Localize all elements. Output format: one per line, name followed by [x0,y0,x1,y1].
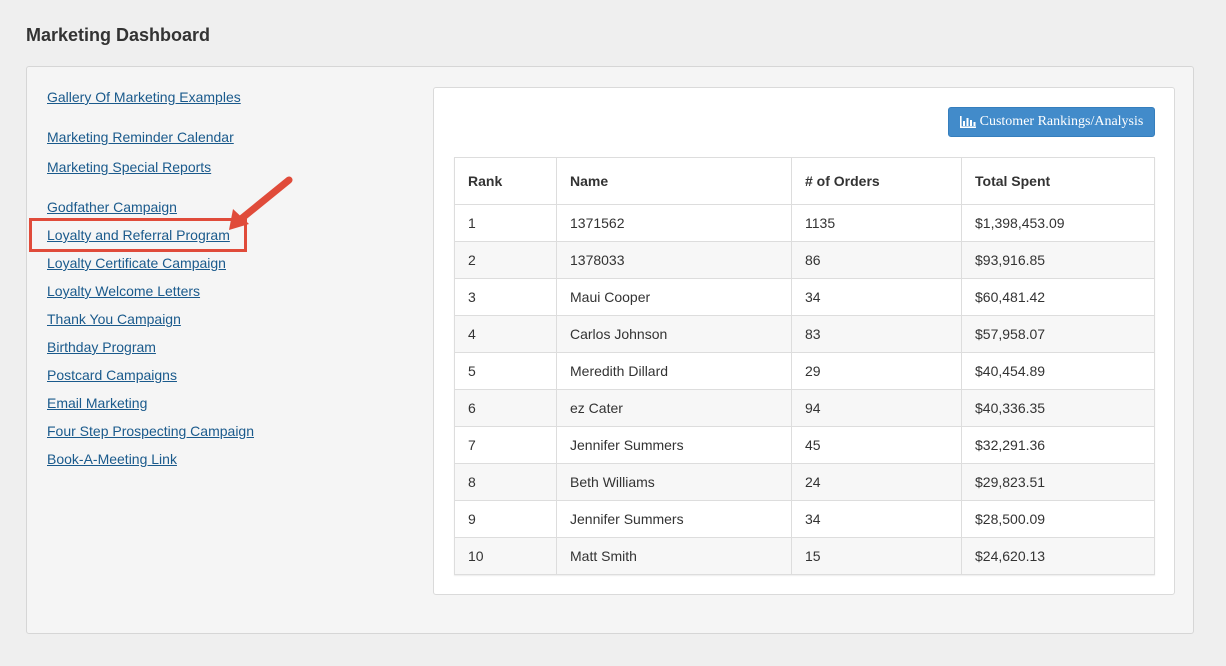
cell-rank: 1 [454,204,557,242]
dashboard-panel: Gallery Of Marketing Examples Marketing … [26,66,1194,634]
cell-orders: 94 [791,389,962,427]
column-header-rank[interactable]: Rank [454,157,557,205]
page-title: Marketing Dashboard [26,25,211,45]
table-row: 1 1371562 1135 $1,398,453.09 [454,204,1155,242]
cell-orders: 34 [791,278,962,316]
cell-rank: 10 [454,537,557,575]
table-row: 8 Beth Williams 24 $29,823.51 [454,463,1155,501]
link-loyalty-certificate-campaign[interactable]: Loyalty Certificate Campaign [47,255,226,271]
table-header-row: Rank Name # of Orders Total Spent [454,157,1155,205]
cell-total-spent: $32,291.36 [961,426,1155,464]
cell-total-spent: $57,958.07 [961,315,1155,353]
cell-orders: 1135 [791,204,962,242]
cell-total-spent: $40,336.35 [961,389,1155,427]
cell-rank: 4 [454,315,557,353]
cell-name: Matt Smith [556,537,792,575]
table-row: 4 Carlos Johnson 83 $57,958.07 [454,315,1155,353]
cell-name: Carlos Johnson [556,315,792,353]
cell-total-spent: $29,823.51 [961,463,1155,501]
cell-name: Meredith Dillard [556,352,792,390]
link-postcard-campaigns[interactable]: Postcard Campaigns [47,367,177,383]
cell-orders: 83 [791,315,962,353]
cell-orders: 45 [791,426,962,464]
link-marketing-special-reports[interactable]: Marketing Special Reports [47,159,211,175]
column-header-orders[interactable]: # of Orders [791,157,962,205]
cell-orders: 34 [791,500,962,538]
table-row: 9 Jennifer Summers 34 $28,500.09 [454,500,1155,538]
cell-name: Beth Williams [556,463,792,501]
customer-rankings-table: Rank Name # of Orders Total Spent 1 1371… [454,157,1155,575]
cell-total-spent: $93,916.85 [961,241,1155,279]
table-row: 7 Jennifer Summers 45 $32,291.36 [454,426,1155,464]
cell-rank: 3 [454,278,557,316]
column-header-total-spent[interactable]: Total Spent [961,157,1155,205]
annotation-highlight-box [29,218,247,252]
cell-orders: 86 [791,241,962,279]
link-four-step-prospecting-campaign[interactable]: Four Step Prospecting Campaign [47,423,254,439]
table-row: 2 1378033 86 $93,916.85 [454,241,1155,279]
cell-name: Jennifer Summers [556,500,792,538]
cell-rank: 8 [454,463,557,501]
cell-total-spent: $40,454.89 [961,352,1155,390]
cell-rank: 6 [454,389,557,427]
cell-name: 1378033 [556,241,792,279]
cell-name: ez Cater [556,389,792,427]
cell-name: Maui Cooper [556,278,792,316]
cell-name: Jennifer Summers [556,426,792,464]
link-birthday-program[interactable]: Birthday Program [47,339,156,355]
column-header-name[interactable]: Name [556,157,792,205]
cell-total-spent: $60,481.42 [961,278,1155,316]
table-row: 3 Maui Cooper 34 $60,481.42 [454,278,1155,316]
link-gallery-of-marketing-examples[interactable]: Gallery Of Marketing Examples [47,89,241,105]
link-thank-you-campaign[interactable]: Thank You Campaign [47,311,181,327]
link-loyalty-welcome-letters[interactable]: Loyalty Welcome Letters [47,283,200,299]
cell-rank: 9 [454,500,557,538]
cell-orders: 15 [791,537,962,575]
cell-rank: 5 [454,352,557,390]
bar-chart-icon [959,116,976,128]
link-marketing-reminder-calendar[interactable]: Marketing Reminder Calendar [47,129,234,145]
cell-total-spent: $24,620.13 [961,537,1155,575]
cell-orders: 29 [791,352,962,390]
link-godfather-campaign[interactable]: Godfather Campaign [47,199,177,215]
cell-name: 1371562 [556,204,792,242]
table-row: 5 Meredith Dillard 29 $40,454.89 [454,352,1155,390]
cell-total-spent: $28,500.09 [961,500,1155,538]
annotation-arrow-icon [229,176,293,230]
cell-rank: 7 [454,426,557,464]
table-row: 6 ez Cater 94 $40,336.35 [454,389,1155,427]
link-email-marketing[interactable]: Email Marketing [47,395,147,411]
cell-orders: 24 [791,463,962,501]
customer-rankings-button-label: Customer Rankings/Analysis [979,114,1144,129]
customer-rankings-button[interactable]: Customer Rankings/Analysis [948,107,1155,137]
rankings-panel: Customer Rankings/Analysis Rank Name # o… [433,87,1175,595]
link-book-a-meeting[interactable]: Book-A-Meeting Link [47,451,177,467]
table-row: 10 Matt Smith 15 $24,620.13 [454,537,1155,575]
cell-total-spent: $1,398,453.09 [961,204,1155,242]
cell-rank: 2 [454,241,557,279]
